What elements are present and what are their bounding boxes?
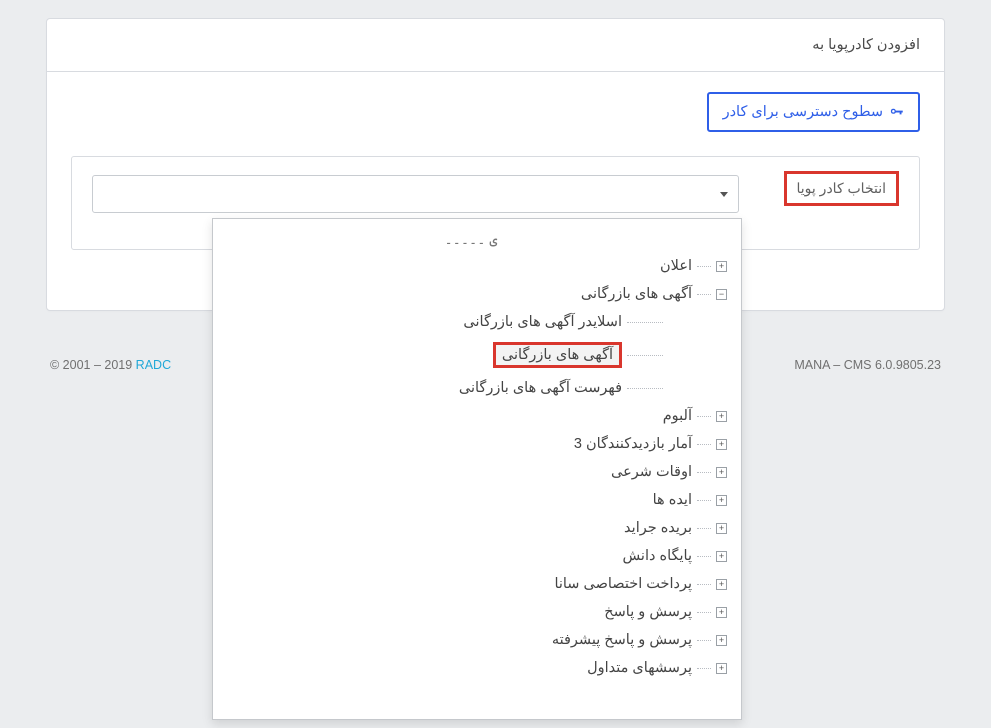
- tree-item[interactable]: + پرسش و پاسخ پیشرفته: [219, 626, 731, 654]
- tree-item[interactable]: + اوقات شرعی: [219, 458, 731, 486]
- tree-item[interactable]: + اعلان: [219, 252, 731, 280]
- tree-item[interactable]: + پایگاه دانش: [219, 542, 731, 570]
- tree-connector: [627, 322, 663, 323]
- dynamic-box-combo[interactable]: [92, 175, 739, 213]
- tree-connector: [697, 294, 711, 295]
- tree-item[interactable]: + بریده جراید: [219, 514, 731, 542]
- key-icon: [889, 105, 904, 120]
- tree-connector: [697, 472, 711, 473]
- field-label-highlight: انتخاب کادر پویا: [784, 171, 900, 206]
- tree-connector: [697, 640, 711, 641]
- tree-connector: [627, 355, 663, 356]
- footer-copyright: © 2001 – 2019 RADC: [50, 358, 171, 372]
- tree-connector: [697, 584, 711, 585]
- tree-connector: [697, 266, 711, 267]
- tree-connector: [697, 556, 711, 557]
- expand-icon[interactable]: +: [716, 467, 727, 478]
- tree-item-label: بریده جراید: [624, 520, 692, 536]
- expand-icon[interactable]: +: [716, 635, 727, 646]
- expand-icon[interactable]: +: [716, 411, 727, 422]
- footer-version: MANA – CMS 6.0.9805.23: [794, 358, 941, 372]
- tree-item[interactable]: فهرست آگهی های بازرگانی: [219, 374, 731, 402]
- combo-wrap: [92, 175, 739, 213]
- caret-down-icon: [720, 192, 728, 197]
- expand-icon[interactable]: +: [716, 495, 727, 506]
- tree-item-label: آگهی های بازرگانی: [581, 286, 692, 302]
- tree-item-label: اعلان: [660, 258, 692, 274]
- tree-item-label: پرسش و پاسخ: [604, 604, 692, 620]
- tree-item[interactable]: + ایده ها: [219, 486, 731, 514]
- tree-item[interactable]: − آگهی های بازرگانی: [219, 280, 731, 308]
- field-label: انتخاب کادر پویا: [797, 180, 887, 196]
- tree-item[interactable]: + آمار بازدیدکنندگان 3: [219, 430, 731, 458]
- expand-icon[interactable]: +: [716, 607, 727, 618]
- card-header: افزودن کادرپویا به: [47, 19, 944, 72]
- tree-connector: [697, 612, 711, 613]
- tree-item-label: پرداخت اختصاصی سانا: [554, 576, 692, 592]
- tree-item-label: اوقات شرعی: [611, 464, 692, 480]
- tree-item[interactable]: + پرداخت اختصاصی سانا: [219, 570, 731, 598]
- tree-truncated-top: ی ۔۔۔۔۔: [219, 227, 731, 252]
- access-levels-label: سطوح دسترسی برای کادر: [723, 104, 883, 120]
- expand-icon[interactable]: +: [716, 579, 727, 590]
- tree-item[interactable]: + آلبوم: [219, 402, 731, 430]
- tree-item-label: پرسش و پاسخ پیشرفته: [552, 632, 692, 648]
- tree-connector: [697, 444, 711, 445]
- tree-item[interactable]: آگهی های بازرگانی: [219, 336, 731, 374]
- tree-connector: [697, 528, 711, 529]
- tree-item-label: آگهی های بازرگانی: [493, 342, 622, 368]
- tree-item-label: اسلایدر آگهی های بازرگانی: [463, 314, 622, 330]
- tree-dropdown: ی ۔۔۔۔۔ + اعلان − آگهی های بازرگانی اسلایدر …: [212, 218, 742, 720]
- expand-icon[interactable]: +: [716, 551, 727, 562]
- tree-connector: [627, 388, 663, 389]
- tree-item-label: پایگاه دانش: [622, 548, 692, 564]
- collapse-icon[interactable]: −: [716, 289, 727, 300]
- tree-item-label: آلبوم: [663, 408, 692, 424]
- expand-icon[interactable]: +: [716, 261, 727, 272]
- tree-item-label: ایده ها: [653, 492, 692, 508]
- tree-item[interactable]: + پرسشهای متداول: [219, 654, 731, 682]
- tree-item[interactable]: اسلایدر آگهی های بازرگانی: [219, 308, 731, 336]
- page-title: افزودن کادرپویا به: [812, 37, 920, 53]
- tree-item-label: پرسشهای متداول: [587, 660, 692, 676]
- tree-item-label: آمار بازدیدکنندگان 3: [574, 436, 692, 452]
- tree-item[interactable]: + پرسش و پاسخ: [219, 598, 731, 626]
- tree-item-label: فهرست آگهی های بازرگانی: [459, 380, 622, 396]
- tree-connector: [697, 668, 711, 669]
- expand-icon[interactable]: +: [716, 663, 727, 674]
- footer-link[interactable]: RADC: [136, 358, 171, 372]
- tree-connector: [697, 416, 711, 417]
- access-levels-button[interactable]: سطوح دسترسی برای کادر: [707, 92, 920, 132]
- tree: ی ۔۔۔۔۔ + اعلان − آگهی های بازرگانی اسلایدر …: [213, 219, 741, 690]
- tree-scroll[interactable]: ی ۔۔۔۔۔ + اعلان − آگهی های بازرگانی اسلایدر …: [213, 219, 741, 719]
- expand-icon[interactable]: +: [716, 523, 727, 534]
- tree-connector: [697, 500, 711, 501]
- expand-icon[interactable]: +: [716, 439, 727, 450]
